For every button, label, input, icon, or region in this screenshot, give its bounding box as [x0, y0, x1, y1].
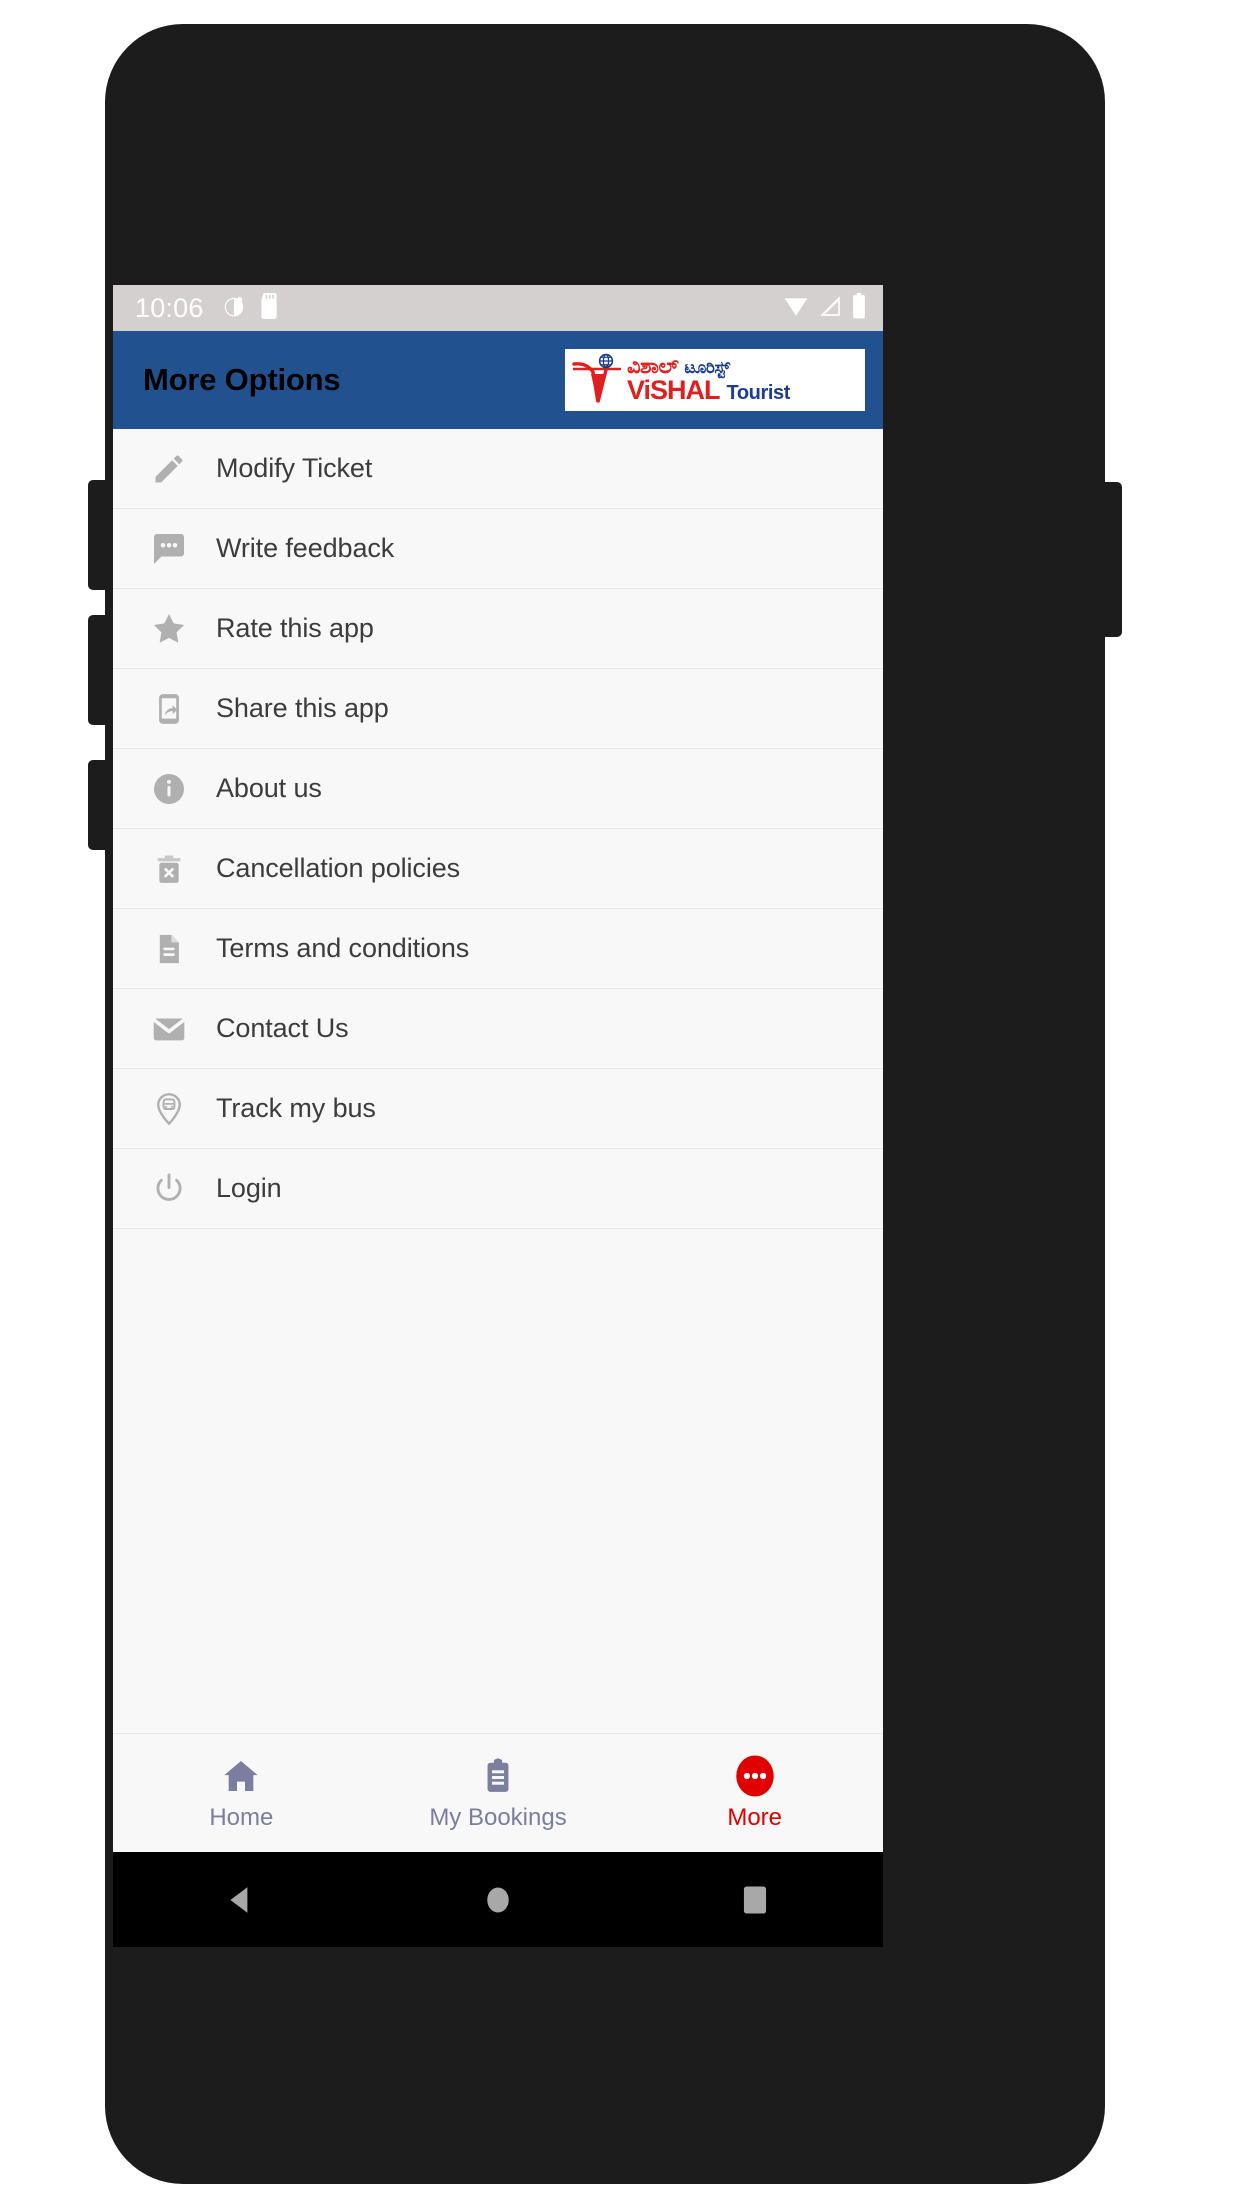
logo-english-main: ViSHAL — [627, 375, 721, 405]
logo-english-sub: Tourist — [726, 382, 791, 404]
logo-kannada-main: ವಿಶಾಲ್ — [627, 354, 679, 378]
signal-icon — [818, 294, 842, 323]
nav-item-label: More — [727, 1804, 783, 1831]
list-item-label: Write feedback — [216, 533, 395, 563]
list-item-cancellation-policies[interactable]: Cancellation policies — [113, 829, 883, 909]
list-item-label: Contact Us — [216, 1013, 349, 1043]
options-list: Modify Ticket Write feedback Rate this a… — [113, 429, 883, 1733]
list-item-label: Track my bus — [216, 1093, 376, 1123]
pencil-icon — [150, 450, 188, 488]
list-item-write-feedback[interactable]: Write feedback — [113, 509, 883, 589]
page-root: 10:06 More Options ವಿಶಾಲ್ ಟೂರಿಸ್ಟ್ ViSHA… — [0, 0, 1242, 2208]
battery-icon — [851, 292, 867, 324]
mute-button[interactable] — [88, 760, 110, 850]
power-icon — [150, 1170, 188, 1208]
list-item-label: Modify Ticket — [216, 453, 373, 483]
nav-item-home[interactable]: Home — [113, 1754, 370, 1832]
recents-square-icon[interactable] — [626, 1884, 883, 1916]
list-item-label: Cancellation policies — [216, 853, 461, 883]
envelope-icon — [150, 1010, 188, 1048]
chat-bubble-icon — [150, 530, 188, 568]
list-empty-filler — [113, 1229, 883, 1311]
bottom-navigation-bar: Home My Bookings More — [113, 1733, 883, 1852]
nav-item-more[interactable]: More — [626, 1754, 883, 1832]
brand-logo: ವಿಶಾಲ್ ಟೂರಿಸ್ಟ್ ViSHAL Tourist — [565, 349, 865, 411]
android-system-nav — [113, 1852, 883, 1947]
sd-card-icon — [258, 292, 280, 324]
map-pin-bus-icon — [150, 1090, 188, 1128]
clipboard-icon — [479, 1754, 517, 1798]
info-circle-icon — [150, 770, 188, 808]
home-circle-icon[interactable] — [370, 1883, 627, 1917]
app-bar: More Options ವಿಶಾಲ್ ಟೂರಿಸ್ಟ್ ViSHAL Tour… — [113, 331, 883, 429]
wifi-icon — [783, 294, 809, 323]
phone-screen: 10:06 More Options ವಿಶಾಲ್ ಟೂರಿಸ್ಟ್ ViSHA… — [113, 285, 883, 1947]
trash-x-icon — [150, 850, 188, 888]
list-item-label: About us — [216, 773, 322, 803]
list-item-rate-this-app[interactable]: Rate this app — [113, 589, 883, 669]
status-bar: 10:06 — [113, 285, 883, 331]
star-icon — [150, 610, 188, 648]
nav-item-label: My Bookings — [429, 1804, 567, 1831]
back-triangle-icon[interactable] — [113, 1883, 370, 1917]
list-item-contact-us[interactable]: Contact Us — [113, 989, 883, 1069]
volume-down-button[interactable] — [88, 615, 110, 725]
phone-share-icon — [150, 690, 188, 728]
list-item-label: Rate this app — [216, 613, 374, 643]
list-item-label: Terms and conditions — [216, 933, 470, 963]
list-item-label: Share this app — [216, 693, 389, 723]
alarm-icon — [221, 293, 247, 324]
volume-up-button[interactable] — [88, 480, 110, 590]
nav-item-label: Home — [209, 1804, 274, 1831]
nav-item-my-bookings[interactable]: My Bookings — [370, 1754, 627, 1832]
page-title: More Options — [143, 362, 341, 397]
power-button[interactable] — [1100, 482, 1122, 637]
document-icon — [150, 930, 188, 968]
status-bar-clock: 10:06 — [135, 292, 204, 323]
list-item-modify-ticket[interactable]: Modify Ticket — [113, 429, 883, 509]
list-item-terms-and-conditions[interactable]: Terms and conditions — [113, 909, 883, 989]
list-item-label: Login — [216, 1173, 282, 1203]
list-item-about-us[interactable]: About us — [113, 749, 883, 829]
list-item-share-this-app[interactable]: Share this app — [113, 669, 883, 749]
home-icon — [221, 1754, 261, 1798]
v-globe-logo-mark-icon — [571, 352, 625, 408]
more-dots-icon — [733, 1754, 777, 1798]
list-item-login[interactable]: Login — [113, 1149, 883, 1229]
list-item-track-my-bus[interactable]: Track my bus — [113, 1069, 883, 1149]
